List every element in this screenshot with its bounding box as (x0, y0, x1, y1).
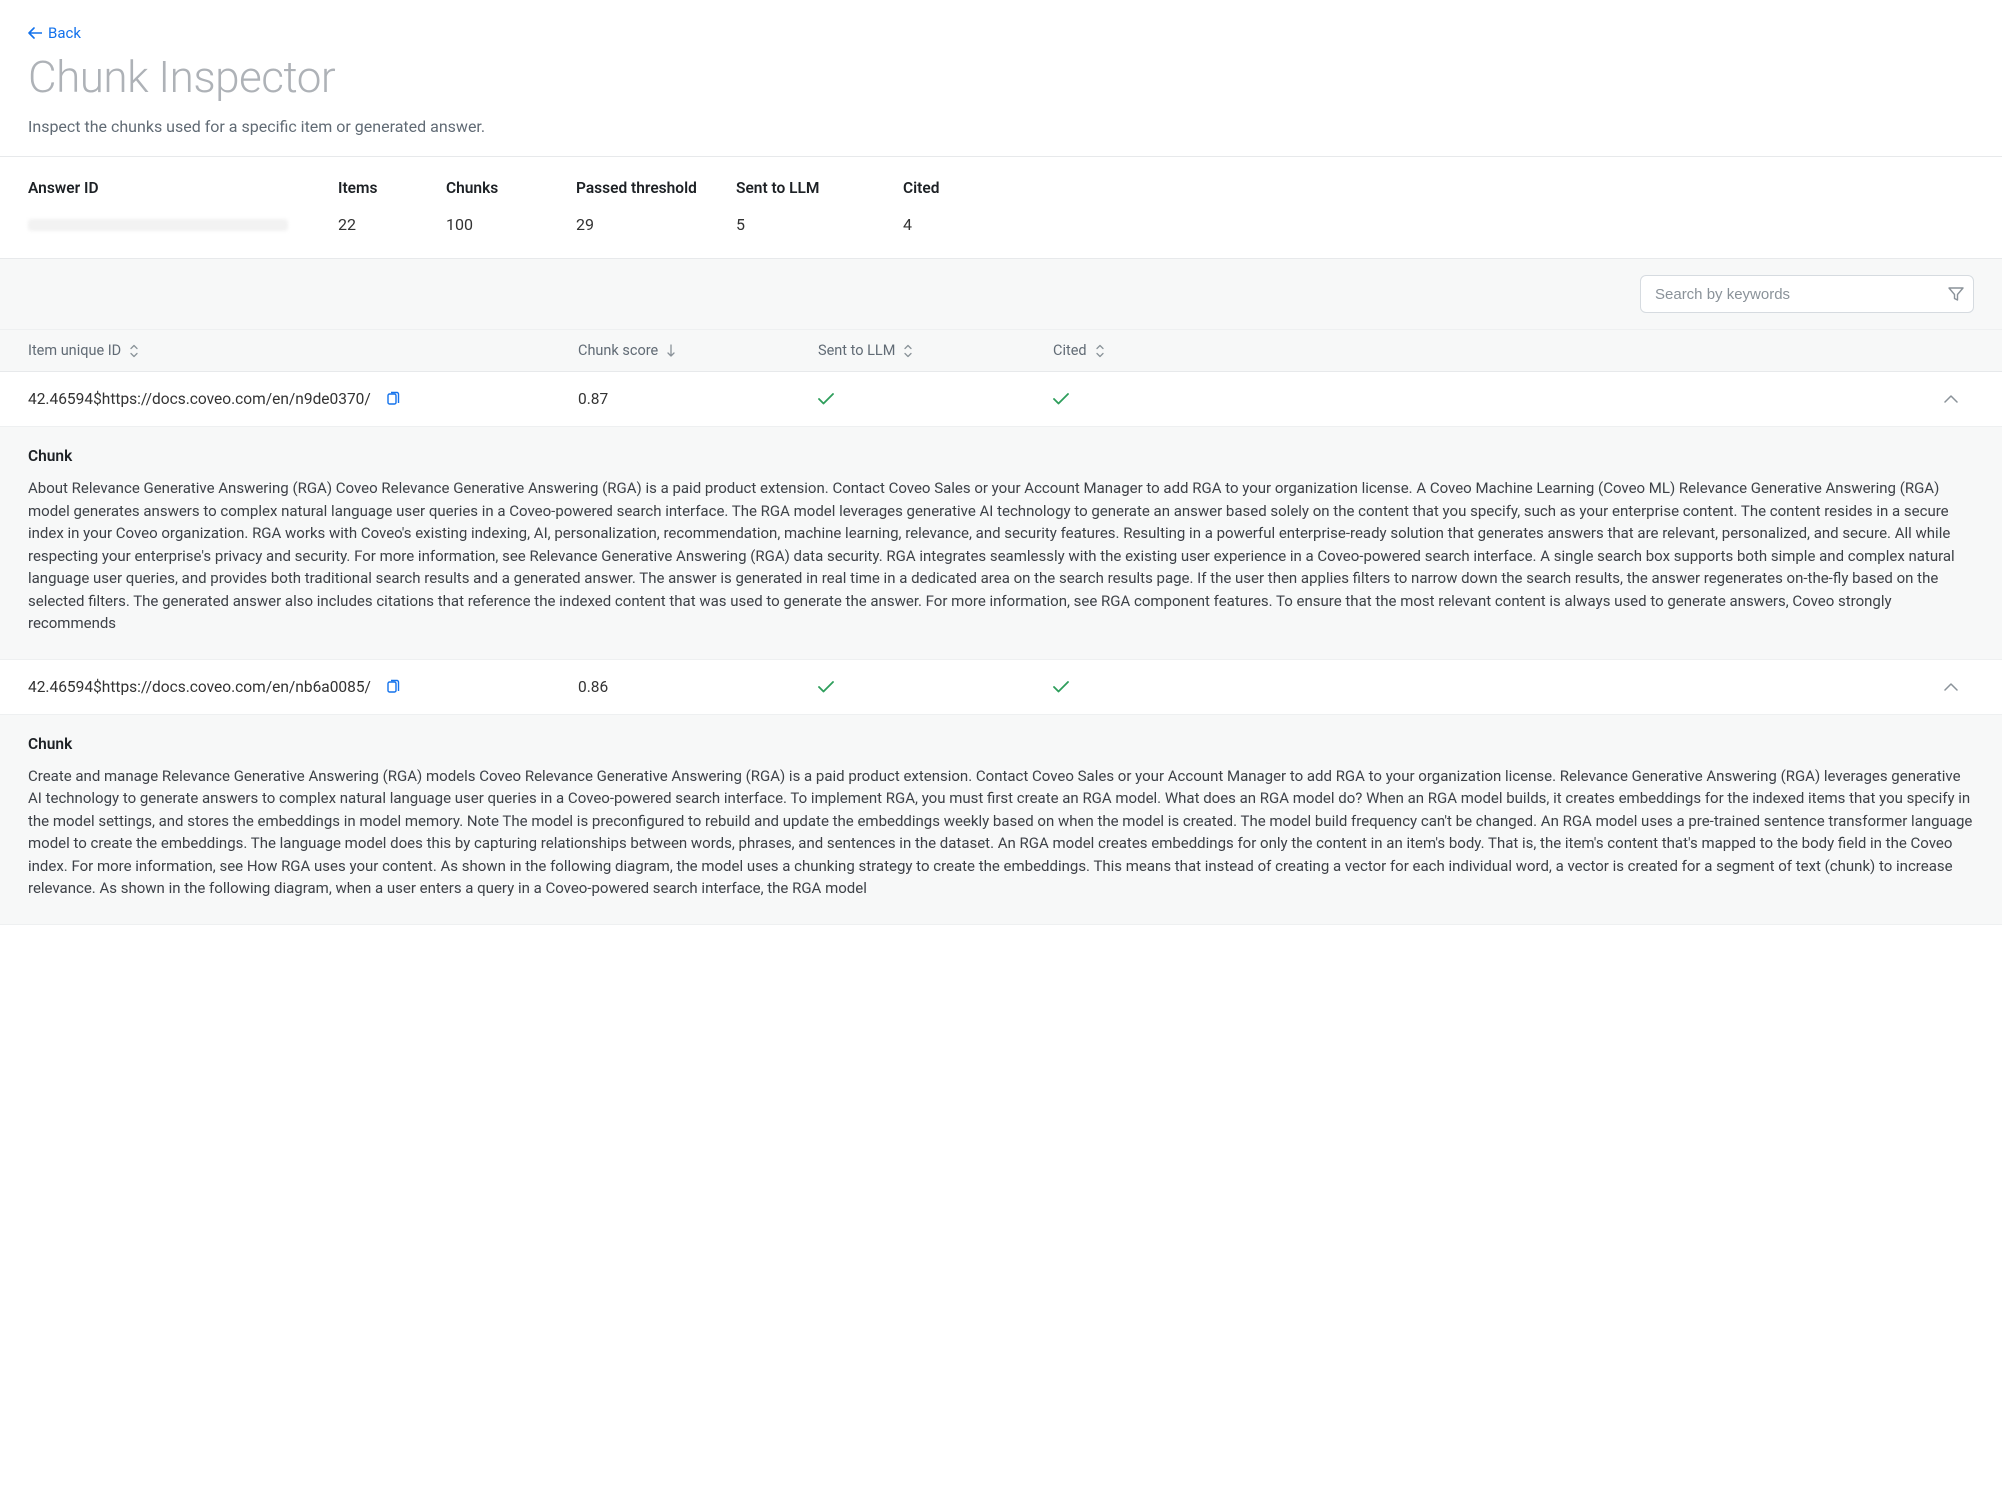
th-cited[interactable]: Cited (1053, 342, 1944, 359)
sort-icon (129, 344, 139, 358)
th-sent[interactable]: Sent to LLM (818, 342, 1053, 359)
summary-value-chunks: 100 (446, 215, 576, 234)
cell-item-id: 42.46594$https://docs.coveo.com/en/nb6a0… (28, 678, 371, 696)
page-title: Chunk Inspector (28, 51, 1974, 103)
summary-label-answer-id: Answer ID (28, 179, 338, 197)
th-chunk-score[interactable]: Chunk score (578, 342, 818, 359)
search-input[interactable] (1640, 275, 1974, 313)
summary-label-sent: Sent to LLM (736, 179, 903, 197)
chunk-label: Chunk (28, 447, 1974, 465)
table-header: Item unique ID Chunk score Sent to LLM C… (0, 330, 2002, 372)
check-icon (1053, 393, 1069, 405)
copy-icon[interactable] (385, 679, 401, 695)
copy-icon[interactable] (385, 391, 401, 407)
arrow-left-icon (28, 27, 42, 39)
answer-id-redacted (28, 219, 288, 231)
cell-score: 0.86 (578, 678, 818, 696)
summary-band: Answer ID Items 22 Chunks 100 Passed thr… (0, 156, 2002, 259)
back-link[interactable]: Back (28, 24, 81, 42)
sort-icon (1095, 344, 1105, 358)
chunk-panel: Chunk About Relevance Generative Answeri… (0, 427, 2002, 660)
chevron-up-icon[interactable] (1944, 683, 1958, 691)
table-row: 42.46594$https://docs.coveo.com/en/nb6a0… (0, 660, 2002, 715)
summary-label-passed: Passed threshold (576, 179, 736, 197)
cell-score: 0.87 (578, 390, 818, 408)
chunk-label: Chunk (28, 735, 1974, 753)
summary-value-cited: 4 (903, 215, 1023, 234)
th-item-id[interactable]: Item unique ID (28, 342, 578, 359)
summary-value-sent: 5 (736, 215, 903, 234)
summary-label-chunks: Chunks (446, 179, 576, 197)
chunk-text: About Relevance Generative Answering (RG… (28, 477, 1974, 635)
check-icon (818, 393, 834, 405)
sort-icon (903, 344, 913, 358)
summary-value-items: 22 (338, 215, 446, 234)
summary-label-cited: Cited (903, 179, 1023, 197)
sort-desc-icon (666, 344, 676, 358)
chunk-panel: Chunk Create and manage Relevance Genera… (0, 715, 2002, 925)
table-row: 42.46594$https://docs.coveo.com/en/n9de0… (0, 372, 2002, 427)
filter-icon[interactable] (1948, 286, 1964, 302)
chunk-text: Create and manage Relevance Generative A… (28, 765, 1974, 900)
summary-value-passed: 29 (576, 215, 736, 234)
page-subtitle: Inspect the chunks used for a specific i… (28, 117, 1974, 136)
check-icon (1053, 681, 1069, 693)
chevron-up-icon[interactable] (1944, 395, 1958, 403)
back-label: Back (48, 24, 81, 42)
summary-label-items: Items (338, 179, 446, 197)
check-icon (818, 681, 834, 693)
cell-item-id: 42.46594$https://docs.coveo.com/en/n9de0… (28, 390, 371, 408)
toolbar (0, 259, 2002, 330)
